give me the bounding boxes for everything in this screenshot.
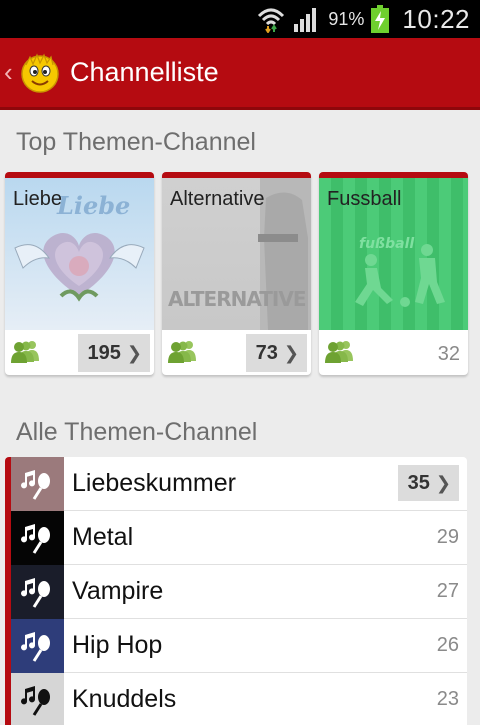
card-footer: 73 ❯ [162,330,311,375]
user-count-button[interactable]: 73 ❯ [245,334,307,372]
user-count: 26 [436,634,459,656]
all-channels-heading: Alle Themen-Channel [16,418,258,446]
battery-charging-icon [371,5,390,33]
signal-icon [294,8,317,32]
list-item-metal[interactable]: Metal 29 [11,511,467,565]
music-note-icon [11,673,64,725]
svg-text:ALTERNATIVE: ALTERNATIVE [168,287,306,311]
user-count: 195 [87,341,121,364]
user-count: 73 [255,341,278,364]
user-count: 32 [437,343,460,365]
channel-list: Liebeskummer 35 ❯ Metal 29 Vampire 27 Hi… [5,457,467,725]
clock: 10:22 [402,3,470,34]
knuddels-logo[interactable] [18,51,62,95]
action-bar: ‹ Channelliste [0,38,480,110]
music-note-icon [11,619,64,673]
list-item-label: Knuddels [72,685,177,713]
list-item-label: Vampire [72,577,164,605]
chevron-right-icon: ❯ [126,342,142,363]
music-note-icon [11,511,64,565]
music-note-icon [11,457,64,511]
user-count-button[interactable]: 35 ❯ [397,465,459,501]
svg-text:Liebe: Liebe [56,191,130,220]
list-item-label: Hip Hop [72,631,163,659]
back-chevron-icon[interactable]: ‹ [4,57,16,88]
music-note-icon [11,565,64,619]
list-item-knuddels[interactable]: Knuddels 23 [11,673,467,725]
card-label: Alternative [170,188,265,210]
card-footer: 32 [319,330,468,375]
list-item-liebeskummer[interactable]: Liebeskummer 35 ❯ [11,457,467,511]
wifi-icon [258,8,285,33]
channel-card-liebe[interactable]: Liebe Liebe 195 ❯ [5,172,154,375]
user-count: 29 [436,526,459,548]
chevron-right-icon: ❯ [435,472,451,493]
card-label: Fussball [327,188,402,210]
top-channels-heading: Top Themen-Channel [16,128,256,156]
svg-text:fußball: fußball [359,236,414,252]
channel-card-fussball[interactable]: fußball Fussball 32 [319,172,468,375]
page-title: Channelliste [70,57,219,87]
list-item-label: Liebeskummer [72,469,236,497]
list-item-hip-hop[interactable]: Hip Hop 26 [11,619,467,673]
status-bar: 91% 10:22 [0,0,480,38]
channel-card-alternative[interactable]: ALTERNATIVE Alternative 73 ❯ [162,172,311,375]
users-icon [168,341,196,363]
card-label: Liebe [13,188,62,210]
user-count-button[interactable]: 195 ❯ [77,334,150,372]
battery-percent: 91% [328,8,365,29]
user-count: 35 [407,471,430,494]
chevron-right-icon: ❯ [283,342,299,363]
list-item-label: Metal [72,523,134,551]
users-icon [325,341,353,363]
list-item-vampire[interactable]: Vampire 27 [11,565,467,619]
users-icon [11,341,39,363]
card-footer: 195 ❯ [5,330,154,375]
user-count: 23 [436,688,459,710]
user-count: 27 [436,580,459,602]
